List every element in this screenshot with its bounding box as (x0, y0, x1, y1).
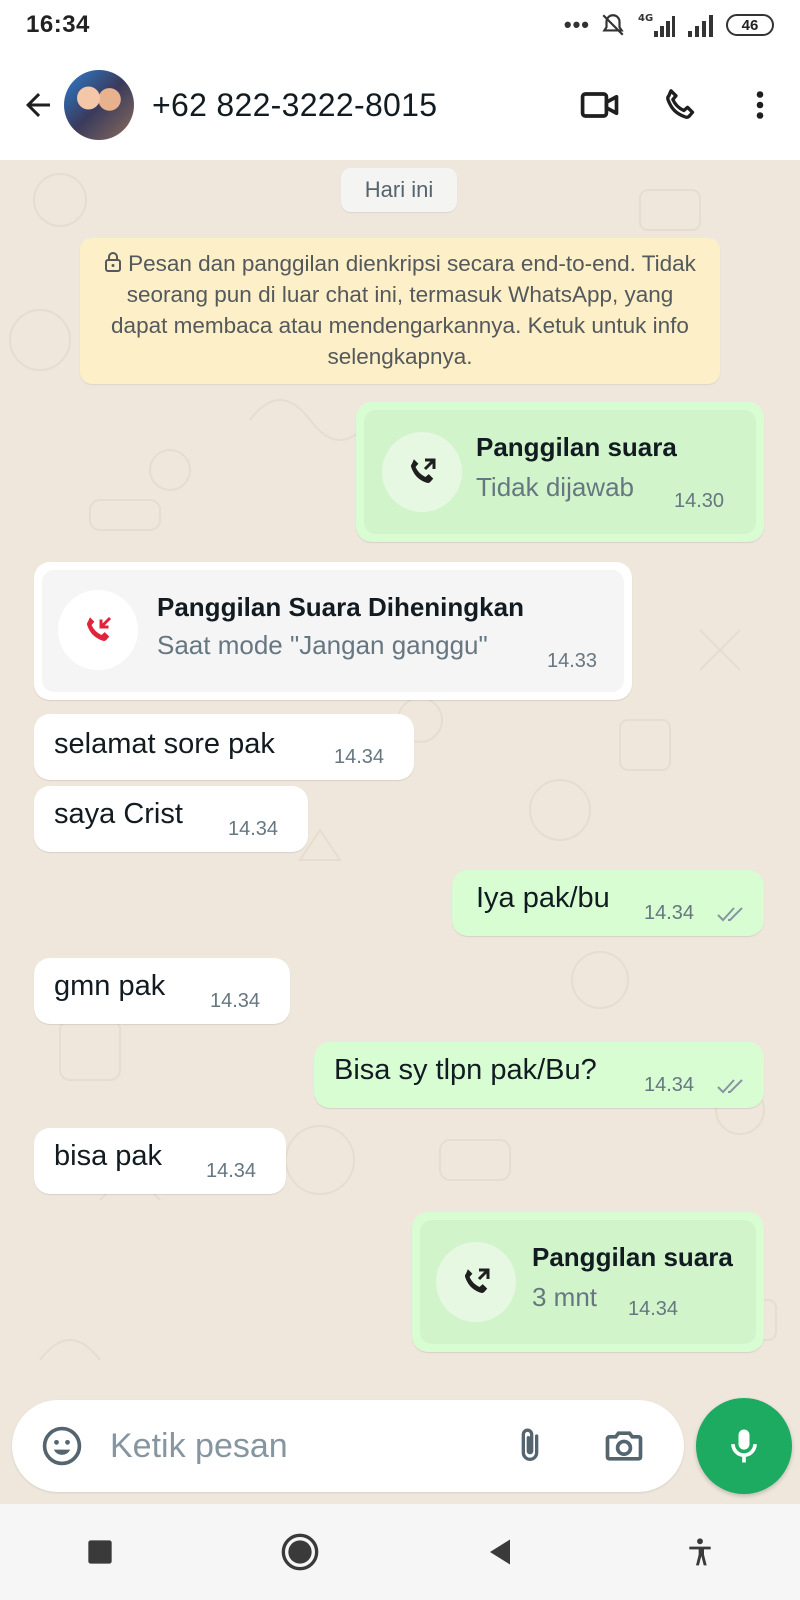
encryption-notice-text: Pesan dan panggilan dienkripsi secara en… (111, 251, 696, 369)
contact-name[interactable]: +62 822-3222-8015 (152, 87, 560, 124)
emoji-icon (42, 1426, 82, 1466)
message-time: 14.34 (206, 1160, 257, 1182)
message-bubble-outgoing[interactable]: Iya pak/bu 14.34 (452, 870, 764, 936)
message-bubble-incoming[interactable]: saya Crist 14.34 (34, 786, 308, 852)
message-time: 14.34 (210, 990, 261, 1012)
message-text: saya Crist (54, 798, 183, 830)
message-text: Iya pak/bu (476, 882, 610, 914)
message-time: 14.34 (644, 1074, 695, 1096)
call-subtitle: 3 mnt (532, 1282, 598, 1312)
message-input[interactable] (110, 1426, 490, 1466)
call-subtitle: Tidak dijawab (476, 472, 635, 502)
back-nav-button[interactable] (460, 1512, 540, 1592)
paperclip-icon (521, 1428, 539, 1461)
call-icon-circle (58, 590, 138, 670)
phone-icon (666, 89, 695, 119)
message-time: 14.34 (628, 1298, 679, 1320)
status-icons: ••• 4G 46 (564, 11, 774, 39)
message-time: 14.30 (674, 490, 725, 512)
read-receipt-icon (717, 1079, 743, 1094)
emoji-button[interactable] (34, 1418, 90, 1474)
message-text: bisa pak (54, 1140, 163, 1172)
camera-button[interactable] (594, 1416, 654, 1476)
message-text: selamat sore pak (54, 728, 275, 760)
call-title: Panggilan suara (532, 1242, 733, 1272)
message-time: 14.33 (547, 650, 598, 672)
message-bubble-outgoing-call[interactable]: Panggilan suara Tidak dijawab 14.30 (356, 402, 764, 542)
call-icon-circle (382, 432, 462, 512)
bell-muted-icon (602, 14, 624, 36)
triangle-back-icon (490, 1539, 510, 1565)
message-bubble-incoming[interactable]: selamat sore pak 14.34 (34, 714, 414, 780)
message-bubble-incoming[interactable]: gmn pak 14.34 (34, 958, 290, 1024)
attach-button[interactable] (500, 1416, 560, 1476)
signal-4g-icon: 4G (638, 13, 675, 37)
lock-icon (105, 252, 122, 272)
accessibility-icon (689, 1538, 711, 1566)
message-composer (12, 1400, 684, 1492)
call-subtitle: Saat mode "Jangan ganggu" (157, 630, 488, 660)
outgoing-call-icon (410, 458, 436, 484)
camera-icon (605, 1431, 643, 1461)
call-icon-circle (436, 1242, 516, 1322)
outgoing-call-icon (464, 1268, 490, 1294)
system-nav-bar (0, 1504, 800, 1600)
square-icon (88, 1540, 112, 1564)
message-text: gmn pak (54, 970, 166, 1002)
read-receipt-icon (717, 907, 743, 922)
message-bubble-incoming-call[interactable]: Panggilan Suara Diheningkan Saat mode "J… (34, 562, 632, 700)
signal-icon (688, 15, 713, 37)
call-title: Panggilan suara (476, 432, 677, 462)
message-text: Bisa sy tlpn pak/Bu? (334, 1054, 597, 1086)
chat-header: +62 822-3222-8015 (0, 50, 800, 160)
notification-dots: ••• (563, 12, 590, 37)
message-bubble-incoming[interactable]: bisa pak 14.34 (34, 1128, 286, 1194)
more-options-button[interactable] (720, 65, 800, 145)
voice-message-button[interactable] (696, 1398, 792, 1494)
battery-icon: 46 (726, 14, 774, 36)
video-call-button[interactable] (560, 65, 640, 145)
back-button[interactable] (6, 73, 70, 137)
message-bubble-outgoing-call[interactable]: Panggilan suara 3 mnt 14.34 (412, 1212, 764, 1352)
encryption-notice[interactable]: Pesan dan panggilan dienkripsi secara en… (80, 238, 720, 384)
voice-call-button[interactable] (640, 65, 720, 145)
message-bubble-outgoing[interactable]: Bisa sy tlpn pak/Bu? 14.34 (314, 1042, 764, 1108)
message-time: 14.34 (228, 818, 279, 840)
missed-call-icon (86, 616, 112, 642)
recents-button[interactable] (60, 1512, 140, 1592)
call-title: Panggilan Suara Diheningkan (157, 592, 524, 622)
home-circle-icon (281, 1533, 319, 1571)
message-time: 14.34 (644, 902, 695, 924)
accessibility-button[interactable] (660, 1512, 740, 1592)
status-bar: 16:34 ••• 4G 46 (0, 0, 800, 50)
video-call-icon (580, 92, 619, 118)
home-button[interactable] (260, 1512, 340, 1592)
back-arrow-icon (26, 93, 50, 117)
message-time: 14.34 (334, 746, 385, 768)
date-chip: Hari ini (341, 168, 457, 212)
more-vert-icon (756, 91, 764, 119)
network-label: 4G (638, 13, 653, 24)
status-time: 16:34 (26, 11, 90, 38)
avatar[interactable] (64, 70, 134, 140)
microphone-icon (731, 1429, 757, 1463)
chat-area[interactable]: Hari ini Pesan dan panggilan dienkripsi … (0, 160, 800, 1504)
